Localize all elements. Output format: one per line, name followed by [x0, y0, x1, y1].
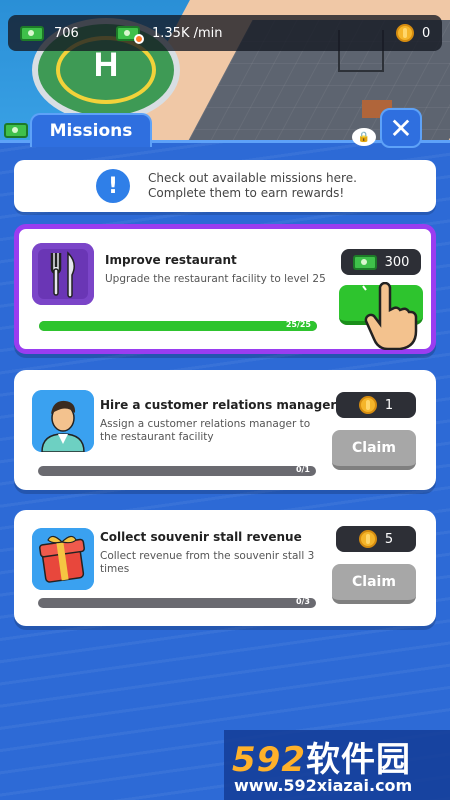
- mission-title: Improve restaurant: [105, 253, 237, 267]
- progress-bar: 25/25: [39, 320, 317, 331]
- reward-value: 5: [384, 531, 394, 547]
- coin-value: 0: [422, 25, 431, 41]
- gift-box-icon: [32, 528, 94, 590]
- progress-fill: [39, 321, 317, 331]
- coin-icon: [358, 530, 377, 548]
- income-value: 1.35K /min: [152, 25, 223, 41]
- watermark-logo: 592软件园: [232, 740, 411, 780]
- claim-button[interactable]: Claim: [332, 564, 416, 604]
- info-line-2: Complete them to earn rewards!: [148, 186, 345, 200]
- income-counter: 1.35K /min: [116, 15, 223, 51]
- top-hud: 706 1.35K /min 0: [8, 15, 442, 51]
- mission-title: Hire a customer relations manager: [100, 398, 337, 412]
- progress-bar: 0/1: [38, 465, 316, 476]
- coin-counter: 0: [396, 15, 430, 51]
- mission-description: Assign a customer relations manager to t…: [100, 418, 311, 443]
- progress-text: 0/1: [295, 465, 310, 474]
- cash-icon: [4, 123, 28, 138]
- tap-hand-icon: [362, 282, 418, 350]
- info-banner: ! Check out available missions here. Com…: [14, 160, 436, 212]
- info-icon: !: [96, 169, 130, 203]
- progress-text: 25/25: [285, 320, 311, 329]
- reward-value: 300: [384, 254, 410, 270]
- coin-icon: [358, 396, 377, 414]
- watermark-url: www.592xiazai.com: [234, 776, 413, 795]
- progress-bar: 0/3: [38, 597, 316, 608]
- reward-badge: 5: [336, 526, 416, 552]
- mission-title: Collect souvenir stall revenue: [100, 530, 302, 544]
- claim-button[interactable]: Claim: [332, 430, 416, 470]
- reward-value: 1: [384, 397, 394, 413]
- watermark: 592软件园 www.592xiazai.com: [224, 730, 450, 800]
- close-button[interactable]: ✕: [380, 108, 422, 148]
- info-line-1: Check out available missions here.: [148, 171, 357, 185]
- lock-icon: 🔒: [352, 128, 376, 146]
- reward-badge: 1: [336, 392, 416, 418]
- mission-card-hire-manager: Hire a customer relations manager Assign…: [14, 370, 436, 490]
- clock-icon: [134, 33, 144, 44]
- progress-text: 0/3: [295, 597, 310, 606]
- cash-icon: [20, 25, 44, 41]
- info-text: Check out available missions here. Compl…: [148, 171, 357, 201]
- mission-card-souvenir-stall: Collect souvenir stall revenue Collect r…: [14, 510, 436, 626]
- coin-icon: [396, 24, 414, 42]
- mission-description: Collect revenue from the souvenir stall …: [100, 550, 315, 575]
- manager-avatar-icon: [32, 390, 94, 452]
- cash-counter: 706: [20, 15, 79, 51]
- cash-value: 706: [54, 25, 79, 41]
- reward-badge: 300: [341, 249, 421, 275]
- tab-missions[interactable]: Missions: [30, 113, 152, 147]
- mission-description: Upgrade the restaurant facility to level…: [105, 273, 326, 285]
- cash-icon: [352, 254, 377, 270]
- fork-knife-icon: [32, 243, 94, 305]
